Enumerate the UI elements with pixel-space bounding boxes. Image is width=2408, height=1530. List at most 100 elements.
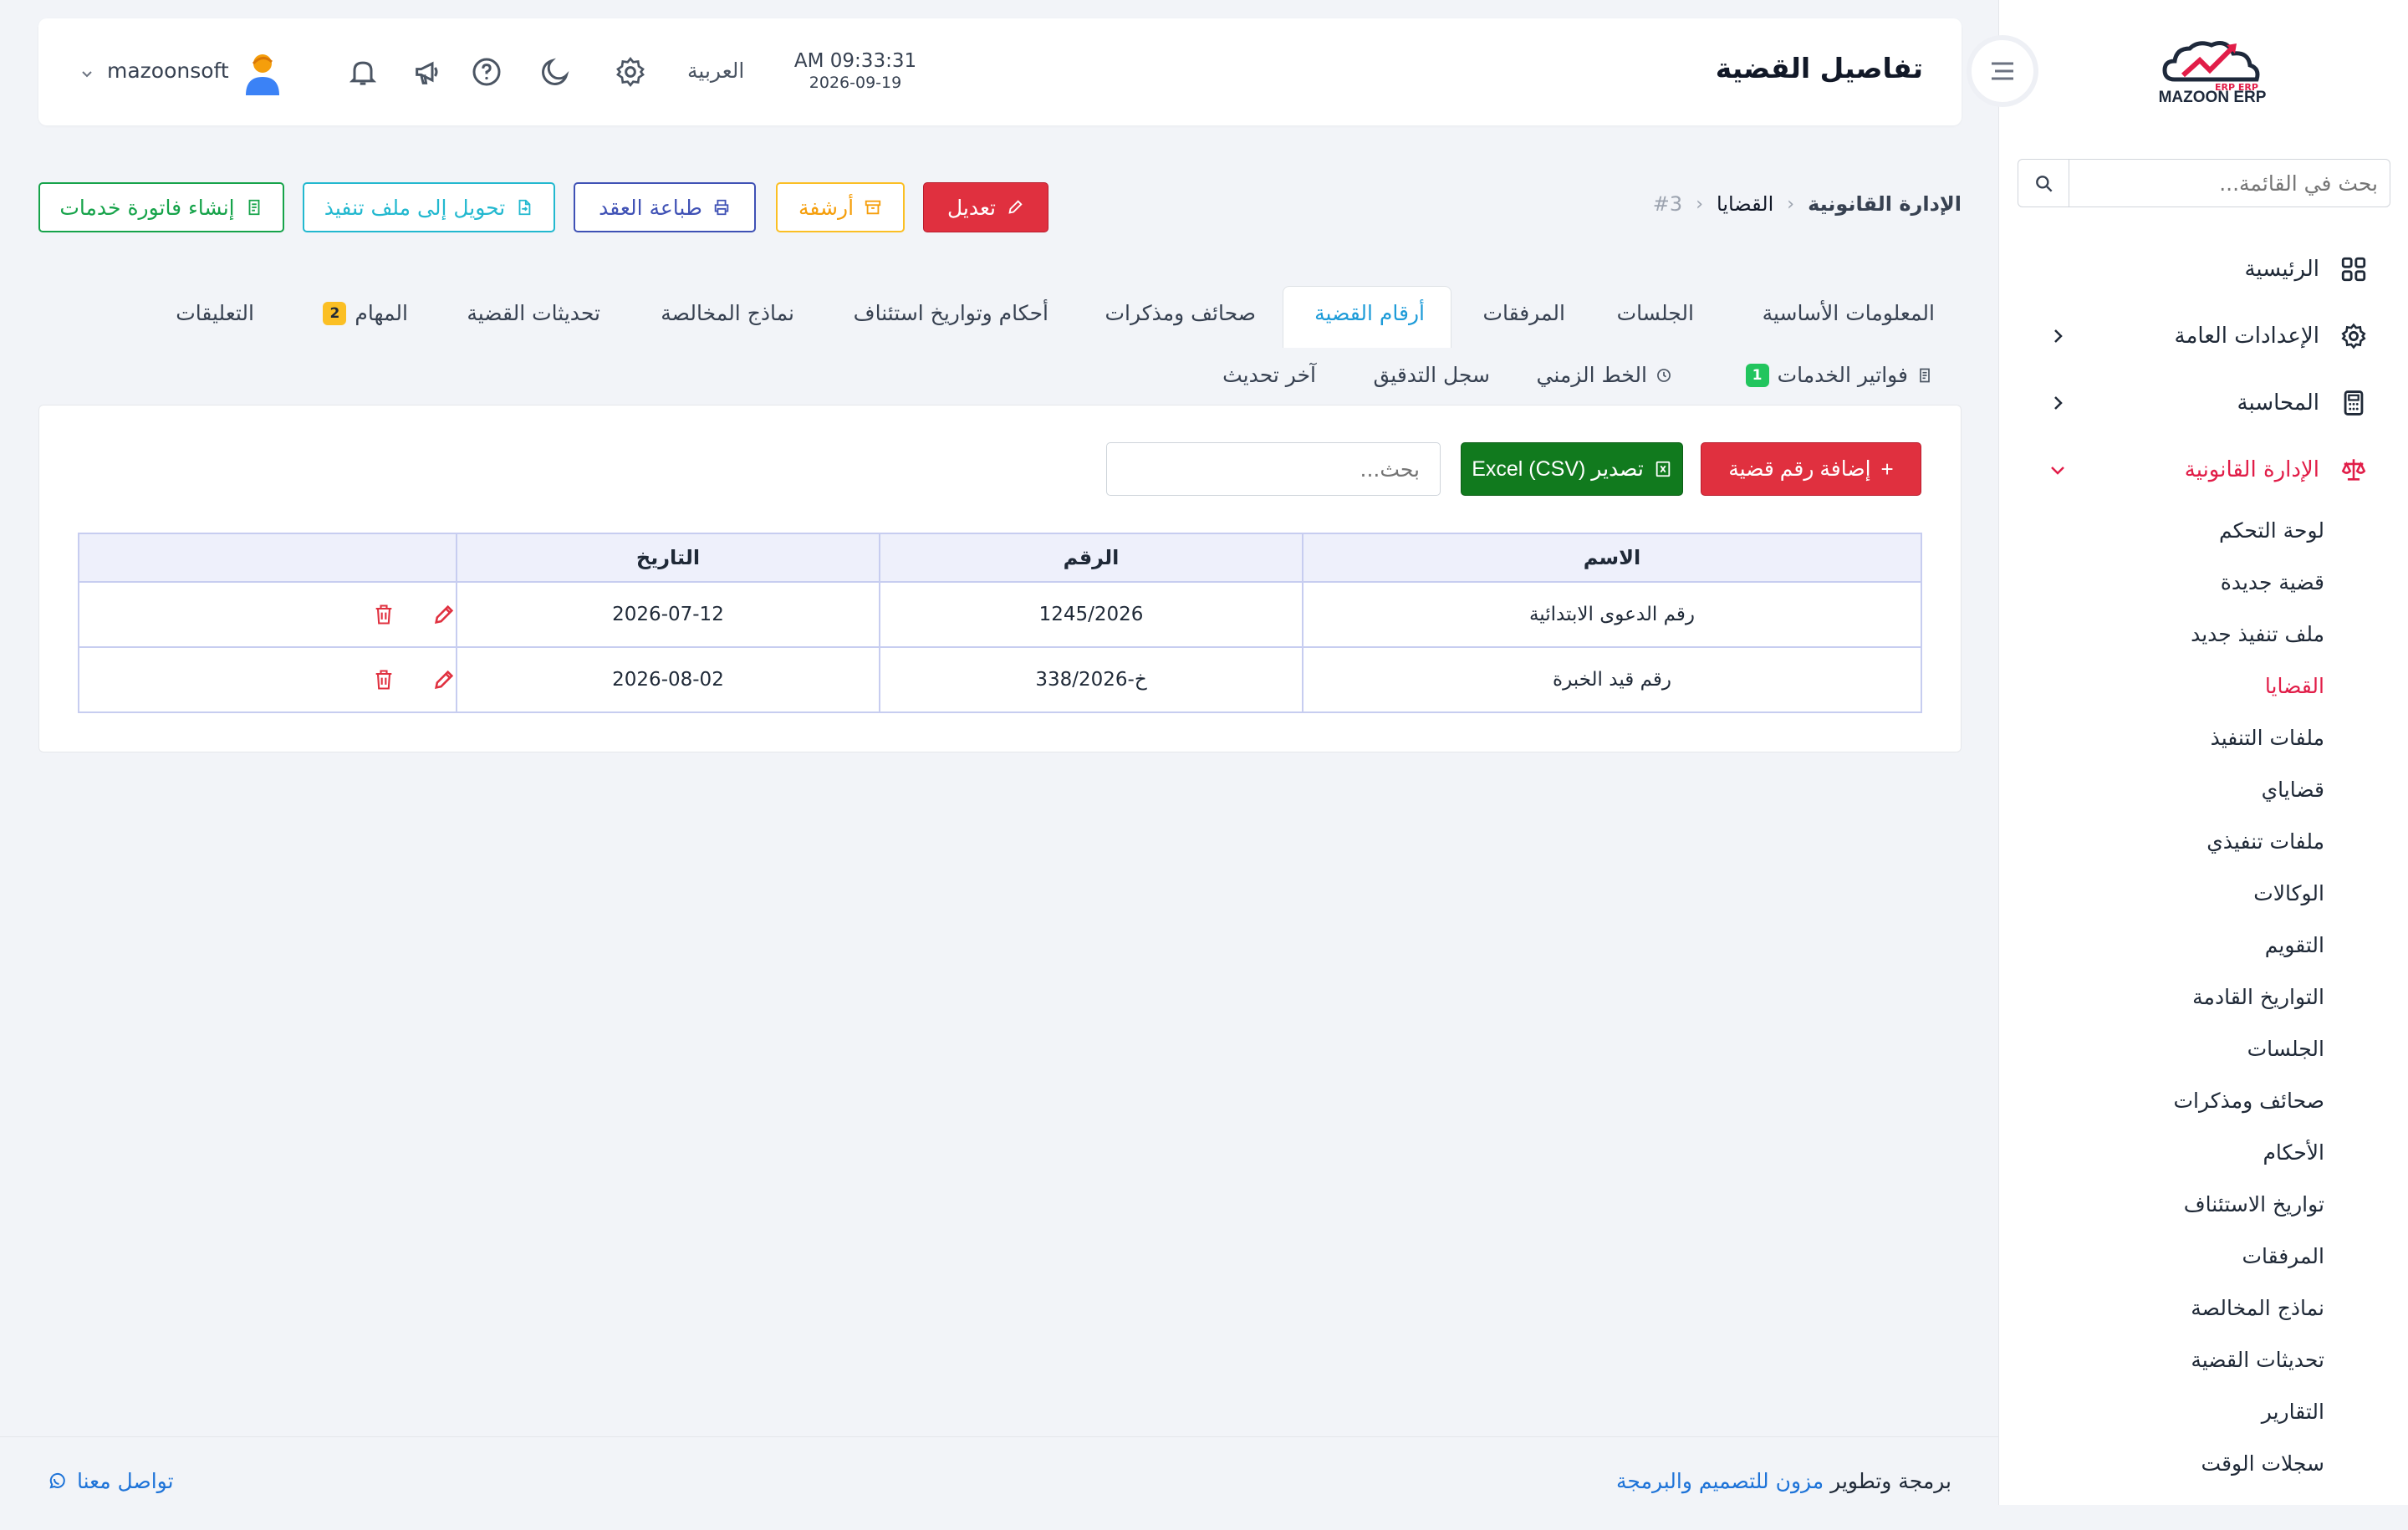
tab-audit-log[interactable]: سجل التدقيق bbox=[1373, 363, 1490, 387]
sidebar-item-label: الرئيسية bbox=[2244, 257, 2319, 282]
tab-settlement-forms[interactable]: نماذج المخالصة bbox=[661, 301, 794, 325]
language-switcher[interactable]: العربية bbox=[687, 59, 744, 83]
cell-number: خ-338/2026 bbox=[879, 646, 1303, 713]
tab-timeline[interactable]: الخط الزمني bbox=[1536, 363, 1672, 387]
tab-case-numbers[interactable]: أرقام القضية bbox=[1314, 301, 1425, 325]
search-icon[interactable] bbox=[2033, 173, 2055, 195]
sidebar-subitem-appeal-dates[interactable]: تواريخ الاستئناف bbox=[2184, 1192, 2324, 1216]
sidebar-subitem-case-updates[interactable]: تحديثات القضية bbox=[2191, 1348, 2324, 1372]
table-row: رقم قيد الخبرة خ-338/2026 2026-08-02 bbox=[78, 646, 1922, 713]
table-search-input[interactable] bbox=[1106, 442, 1441, 496]
tab-basic-info[interactable]: المعلومات الأساسية bbox=[1763, 301, 1935, 325]
column-header-name[interactable]: الاسم bbox=[1302, 533, 1922, 583]
tab-label: المعلومات الأساسية bbox=[1762, 301, 1935, 325]
export-excel-label: تصدير (CSV) Excel bbox=[1472, 457, 1644, 481]
sidebar-item-settings[interactable]: الإعدادات العامة bbox=[2175, 316, 2368, 356]
tab-comments[interactable]: التعليقات bbox=[176, 301, 254, 325]
tab-label: المهام bbox=[355, 301, 408, 325]
sidebar-subitem-settlement-forms[interactable]: نماذج المخالصة bbox=[2191, 1296, 2324, 1320]
chevron-right-icon[interactable] bbox=[2048, 326, 2068, 346]
user-name[interactable]: mazoonsoft bbox=[107, 59, 229, 83]
archive-button[interactable]: أرشفة bbox=[776, 182, 905, 232]
sidebar-subitem-sessions[interactable]: الجلسات bbox=[2247, 1037, 2324, 1061]
contact-us-link[interactable]: تواصل معنا bbox=[47, 1469, 174, 1493]
trash-icon[interactable] bbox=[372, 602, 395, 627]
menu-icon bbox=[1992, 62, 2013, 80]
column-header-number[interactable]: الرقم bbox=[879, 533, 1303, 583]
create-invoice-button[interactable]: إنشاء فاتورة خدمات bbox=[38, 182, 284, 232]
tab-sessions[interactable]: الجلسات bbox=[1617, 301, 1694, 325]
sidebar-subitem-time-logs[interactable]: سجلات الوقت bbox=[2201, 1451, 2324, 1476]
logo-text: MAZOON ERP bbox=[2158, 89, 2267, 106]
cell-number: 1245/2026 bbox=[879, 581, 1303, 648]
scales-icon bbox=[2341, 459, 2366, 481]
tab-case-updates[interactable]: تحديثات القضية bbox=[467, 301, 600, 325]
file-transfer-icon bbox=[518, 199, 531, 216]
megaphone-icon[interactable] bbox=[411, 55, 445, 89]
tab-label: تحديثات القضية bbox=[467, 301, 600, 325]
breadcrumb-root[interactable]: الإدارة القانونية bbox=[1808, 192, 1962, 216]
breadcrumb: الإدارة القانونية ‹ القضايا ‹ #3 bbox=[1653, 192, 1962, 216]
help-icon[interactable] bbox=[470, 55, 503, 89]
breadcrumb-separator-icon: ‹ bbox=[1787, 193, 1795, 215]
bell-icon[interactable] bbox=[346, 55, 380, 89]
print-contract-label: طباعة العقد bbox=[599, 195, 702, 220]
sidebar-subitem-upcoming-dates[interactable]: التواريخ القادمة bbox=[2192, 985, 2324, 1009]
sidebar-subitem-pleadings[interactable]: صحائف ومذكرات bbox=[2173, 1089, 2324, 1113]
contact-us-label: تواصل معنا bbox=[77, 1469, 174, 1493]
print-contract-button[interactable]: طباعة العقد bbox=[574, 182, 756, 232]
footer: برمجة وتطوير مزون للتصميم والبرمجة تواصل… bbox=[0, 1436, 1998, 1505]
sidebar-subitem-judgments[interactable]: الأحكام bbox=[2263, 1140, 2324, 1165]
chevron-down-icon[interactable] bbox=[80, 67, 94, 80]
sidebar-subitem-reports[interactable]: التقارير bbox=[2262, 1400, 2324, 1424]
brand-logo[interactable]: ERP ERP MAZOON ERP bbox=[2150, 33, 2275, 117]
trash-icon[interactable] bbox=[372, 667, 395, 692]
add-case-number-button[interactable]: + إضافة رقم قضية bbox=[1701, 442, 1921, 496]
sidebar-subitem-powers-of-attorney[interactable]: الوكالات bbox=[2253, 881, 2324, 905]
pencil-icon[interactable] bbox=[432, 602, 456, 627]
tasks-count-badge: 2 bbox=[323, 301, 347, 325]
avatar[interactable] bbox=[242, 52, 283, 95]
sidebar: ERP ERP MAZOON ERP الرئيسية الإعدادات ال… bbox=[1998, 0, 2408, 1505]
footer-company-link[interactable]: مزون للتصميم والبرمجة bbox=[1616, 1469, 1824, 1493]
tab-pleadings[interactable]: صحائف ومذكرات bbox=[1105, 301, 1256, 325]
sidebar-subitem-my-cases[interactable]: قضاياي bbox=[2262, 778, 2324, 802]
sidebar-subitem-execution-files[interactable]: ملفات التنفيذ bbox=[2211, 726, 2324, 750]
column-header-date[interactable]: التاريخ bbox=[456, 533, 880, 583]
sidebar-subitem-my-execution-files[interactable]: ملفات تنفيذي bbox=[2206, 829, 2324, 854]
sidebar-subitem-calendar[interactable]: التقويم bbox=[2265, 933, 2324, 957]
chevron-down-icon[interactable] bbox=[2048, 460, 2068, 480]
sidebar-subitem-attachments[interactable]: المرفقات bbox=[2242, 1244, 2324, 1268]
invoice-icon bbox=[1920, 368, 1930, 382]
convert-to-execution-button[interactable]: تحويل إلى ملف تنفيذ bbox=[303, 182, 555, 232]
sidebar-subitem-cases[interactable]: القضايا bbox=[2265, 674, 2324, 698]
edit-button-label: تعديل bbox=[946, 195, 997, 220]
sidebar-subitem-dashboard[interactable]: لوحة التحكم bbox=[2219, 518, 2324, 543]
footer-prefix: برمجة وتطوير bbox=[1830, 1469, 1951, 1493]
sidebar-toggle-button[interactable] bbox=[1967, 35, 2038, 107]
chevron-right-icon[interactable] bbox=[2048, 393, 2068, 413]
breadcrumb-section[interactable]: القضايا bbox=[1717, 192, 1773, 216]
add-case-number-label: إضافة رقم قضية bbox=[1728, 457, 1871, 481]
sidebar-item-legal[interactable]: الإدارة القانونية bbox=[2185, 450, 2368, 490]
sidebar-subitem-new-execution-file[interactable]: ملف تنفيذ جديد bbox=[2191, 622, 2324, 646]
sidebar-item-accounting[interactable]: المحاسبة bbox=[2237, 383, 2368, 423]
gear-icon[interactable] bbox=[614, 55, 647, 89]
pencil-icon[interactable] bbox=[432, 667, 456, 692]
column-header-actions bbox=[78, 533, 457, 583]
sidebar-item-home[interactable]: الرئيسية bbox=[2244, 249, 2368, 289]
edit-button[interactable]: تعديل bbox=[923, 182, 1048, 232]
invoices-count-badge: 1 bbox=[1745, 363, 1769, 387]
moon-icon[interactable] bbox=[538, 55, 572, 89]
tab-tasks[interactable]: المهام 2 bbox=[323, 301, 408, 325]
sidebar-search-input[interactable] bbox=[2077, 160, 2378, 207]
archive-button-label: أرشفة bbox=[798, 195, 855, 220]
excel-icon bbox=[1656, 461, 1671, 477]
tab-attachments[interactable]: المرفقات bbox=[1482, 301, 1565, 325]
sidebar-subitem-new-case[interactable]: قضية جديدة bbox=[2221, 570, 2324, 594]
tab-service-invoices[interactable]: فواتير الخدمات 1 bbox=[1745, 363, 1933, 387]
tab-label: سجل التدقيق bbox=[1373, 363, 1490, 387]
export-excel-button[interactable]: تصدير (CSV) Excel bbox=[1461, 442, 1683, 496]
tab-judgments-appeals[interactable]: أحكام وتواريخ استئناف bbox=[854, 301, 1048, 325]
tab-last-update[interactable]: آخر تحديث bbox=[1222, 363, 1316, 387]
